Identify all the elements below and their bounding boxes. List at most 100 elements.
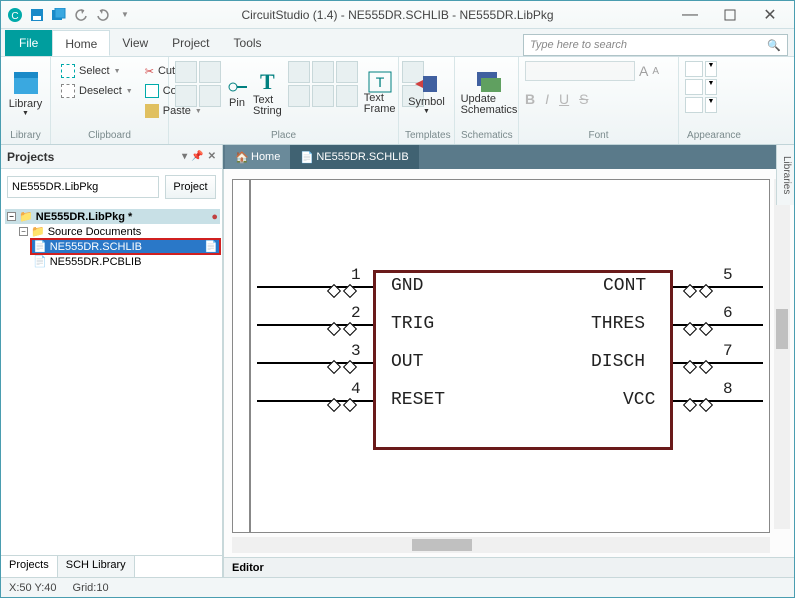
pin-button[interactable]: Pin xyxy=(227,61,247,125)
pin-4-line[interactable] xyxy=(257,400,373,402)
place-line-icon[interactable] xyxy=(175,61,197,83)
line-more-button[interactable]: ▼ xyxy=(705,79,717,95)
project-tree[interactable]: −📁NE555DR.LibPkg *● −📁Source Documents 📄… xyxy=(1,205,222,555)
search-placeholder: Type here to search xyxy=(530,39,627,51)
status-bar: X:50 Y:40 Grid:10 xyxy=(1,577,794,597)
symbol-button[interactable]: Symbol▼ xyxy=(405,61,448,125)
tab-project[interactable]: Project xyxy=(160,30,221,56)
projects-panel-title: Projects ▾ 📌 ✕ xyxy=(1,145,222,169)
project-filter-input[interactable] xyxy=(7,176,159,198)
underline-button[interactable]: U xyxy=(559,91,569,107)
font-shrink-icon[interactable]: A xyxy=(652,66,659,77)
place-rect-icon[interactable] xyxy=(288,61,310,83)
qat-dropdown-icon[interactable]: ▼ xyxy=(115,5,135,25)
pcblib-icon: 📄 xyxy=(33,255,47,268)
undo-icon[interactable] xyxy=(71,5,91,25)
update-schematics-button[interactable]: Update Schematics xyxy=(461,61,517,125)
libraries-side-tab[interactable]: Libraries xyxy=(776,145,794,205)
pin-6-number: 6 xyxy=(723,304,733,322)
italic-button[interactable]: I xyxy=(545,91,549,107)
app-icon[interactable]: C xyxy=(5,5,25,25)
text-string-button[interactable]: TText String xyxy=(253,61,282,125)
save-icon[interactable] xyxy=(27,5,47,25)
maximize-button[interactable] xyxy=(710,1,750,29)
fill-color-button[interactable] xyxy=(685,61,703,77)
bottab-projects[interactable]: Projects xyxy=(1,556,58,577)
project-button[interactable]: Project xyxy=(165,175,216,199)
place-poly-icon[interactable] xyxy=(175,85,197,107)
font-grow-icon[interactable]: A xyxy=(639,63,648,79)
library-button[interactable]: Library▼ xyxy=(7,61,44,125)
place-image-icon[interactable] xyxy=(312,85,334,107)
style-button[interactable] xyxy=(685,97,703,113)
line-color-button[interactable] xyxy=(685,79,703,95)
panel-close-icon[interactable]: ✕ xyxy=(208,151,216,162)
doc-tab-home[interactable]: 🏠Home xyxy=(225,145,290,169)
deselect-button[interactable]: Deselect ▼ xyxy=(57,81,137,101)
tab-view[interactable]: View xyxy=(110,30,160,56)
file-menu-button[interactable]: File xyxy=(5,30,52,56)
font-family-input[interactable] xyxy=(525,61,635,81)
vscroll-thumb[interactable] xyxy=(776,309,788,349)
appearance-swatches: ▼ ▼ ▼ xyxy=(685,61,717,113)
ribbon: Library▼ Library Select ▼ Deselect ▼ ✂Cu… xyxy=(1,57,794,145)
status-grid: Grid:10 xyxy=(73,582,109,594)
place-ellipse-icon[interactable] xyxy=(312,61,334,83)
tab-tools[interactable]: Tools xyxy=(222,30,274,56)
doc-icon: 📄 xyxy=(300,151,312,163)
hscroll-thumb[interactable] xyxy=(412,539,472,551)
doc-tab-schlib[interactable]: 📄NE555DR.SCHLIB xyxy=(290,145,418,169)
pin-7-number: 7 xyxy=(723,342,733,360)
tree-item-pcblib[interactable]: 📄NE555DR.PCBLIB xyxy=(31,254,220,269)
group-label-font: Font xyxy=(525,129,672,142)
group-label-library: Library xyxy=(7,129,44,142)
bottab-schlibrary[interactable]: SCH Library xyxy=(58,556,135,577)
place-pie-icon[interactable] xyxy=(336,85,358,107)
search-icon[interactable]: 🔍 xyxy=(767,39,781,52)
pin-2-line[interactable] xyxy=(257,324,373,326)
redo-icon[interactable] xyxy=(93,5,113,25)
origin-vline xyxy=(249,180,251,532)
pin-7-name: DISCH xyxy=(591,352,645,372)
close-button[interactable]: ✕ xyxy=(750,1,790,29)
pin-6-name: THRES xyxy=(591,314,645,334)
tree-project-root[interactable]: −📁NE555DR.LibPkg *● xyxy=(5,209,220,224)
window-title: CircuitStudio (1.4) - NE555DR.SCHLIB - N… xyxy=(241,8,553,22)
pin-1-line[interactable] xyxy=(257,286,373,288)
editor-area: 1 GND 2 TRIG 3 OUT 4 RESET 5 CONT 6 THRE… xyxy=(223,169,794,577)
bold-button[interactable]: B xyxy=(525,91,535,107)
tree-folder-source[interactable]: −📁Source Documents xyxy=(17,224,220,239)
strike-button[interactable]: S xyxy=(579,91,588,107)
place-rrect-icon[interactable] xyxy=(288,85,310,107)
panel-bottom-tabs: Projects SCH Library xyxy=(1,555,222,577)
group-label-templates: Templates xyxy=(405,129,448,142)
group-label-schematics: Schematics xyxy=(461,129,512,142)
panel-pin-icon[interactable]: 📌 xyxy=(191,151,203,162)
fill-more-button[interactable]: ▼ xyxy=(705,61,717,77)
project-icon: 📁 xyxy=(19,210,33,223)
select-button[interactable]: Select ▼ xyxy=(57,61,137,81)
vertical-scrollbar[interactable] xyxy=(774,179,790,529)
pin-1-name: GND xyxy=(391,276,423,296)
text-frame-button[interactable]: TText Frame xyxy=(364,61,396,125)
pin-3-line[interactable] xyxy=(257,362,373,364)
place-circle-icon[interactable] xyxy=(336,61,358,83)
search-input[interactable]: Type here to search 🔍 xyxy=(523,34,788,56)
pin-3-number: 3 xyxy=(351,342,361,360)
panel-menu-icon[interactable]: ▾ xyxy=(182,151,187,162)
canvas-wrap: 1 GND 2 TRIG 3 OUT 4 RESET 5 CONT 6 THRE… xyxy=(224,169,794,557)
place-line-tools xyxy=(175,61,221,107)
pin-2-number: 2 xyxy=(351,304,361,322)
minimize-button[interactable]: — xyxy=(670,1,710,29)
save-all-icon[interactable] xyxy=(49,5,69,25)
horizontal-scrollbar[interactable] xyxy=(232,537,770,553)
place-arc-icon[interactable] xyxy=(199,61,221,83)
home-icon: 🏠 xyxy=(235,151,247,163)
place-curve-icon[interactable] xyxy=(199,85,221,107)
pin-2-name: TRIG xyxy=(391,314,434,334)
place-shape-tools xyxy=(288,61,358,107)
style-more-button[interactable]: ▼ xyxy=(705,97,717,113)
schematic-canvas[interactable]: 1 GND 2 TRIG 3 OUT 4 RESET 5 CONT 6 THRE… xyxy=(232,179,770,533)
tab-home[interactable]: Home xyxy=(52,30,110,56)
tree-item-schlib[interactable]: 📄NE555DR.SCHLIB📄 xyxy=(31,239,220,254)
